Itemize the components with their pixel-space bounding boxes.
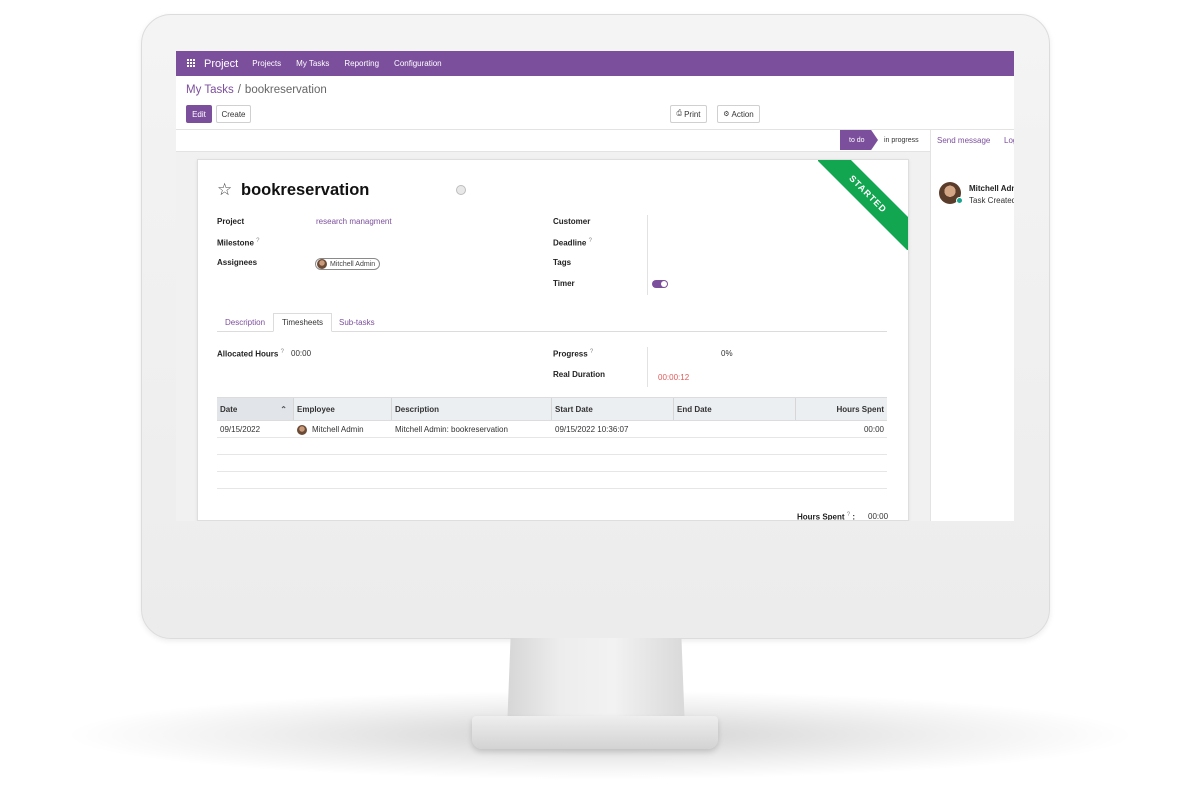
real-duration-value: 00:00:12 <box>658 373 690 382</box>
chatter-panel: Send message Log note Mitchell Admin Tas… <box>930 130 1014 521</box>
notebook-tabs: Description Timesheets Sub-tasks <box>217 313 887 332</box>
status-bar: to do in progress <box>176 130 930 152</box>
progress-label: Progress ? <box>553 349 594 359</box>
app-menu-grid-icon[interactable] <box>187 59 196 68</box>
sort-asc-icon: ⌃ <box>280 404 287 414</box>
task-title[interactable]: bookreservation <box>241 181 369 200</box>
online-status-icon <box>956 197 963 204</box>
gear-icon: ⚙ <box>723 111 730 118</box>
app-screen: Project Projects My Tasks Reporting Conf… <box>176 51 1014 521</box>
tab-sub-tasks[interactable]: Sub-tasks <box>331 313 383 332</box>
customer-label: Customer <box>553 217 591 226</box>
timer-label: Timer <box>553 279 575 288</box>
allocated-hours-value[interactable]: 00:00 <box>291 349 311 358</box>
nav-projects[interactable]: Projects <box>252 59 281 68</box>
monitor-base <box>472 716 718 749</box>
kanban-state-indicator[interactable] <box>456 185 466 195</box>
column-end-date[interactable]: End Date <box>674 398 796 420</box>
tab-description[interactable]: Description <box>217 313 273 332</box>
avatar <box>317 259 327 269</box>
allocated-hours-label: Allocated Hours ? <box>217 349 284 359</box>
print-label: Print <box>684 109 701 119</box>
column-description[interactable]: Description <box>392 398 552 420</box>
star-icon[interactable]: ☆ <box>217 180 232 200</box>
assignee-name: Mitchell Admin <box>330 260 376 268</box>
avatar <box>297 424 307 435</box>
table-header: Date ⌃ Employee Description Start Date E… <box>217 397 887 421</box>
ribbon-label: STARTED <box>818 160 908 250</box>
column-hours-spent[interactable]: Hours Spent <box>796 398 887 420</box>
deadline-label: Deadline ? <box>553 238 592 248</box>
empty-row <box>217 472 887 489</box>
action-button[interactable]: ⚙ Action <box>717 105 760 123</box>
top-navbar: Project Projects My Tasks Reporting Conf… <box>176 51 1014 76</box>
edit-button[interactable]: Edit <box>186 105 212 123</box>
empty-row <box>217 438 887 455</box>
tags-label: Tags <box>553 258 572 267</box>
column-employee[interactable]: Employee <box>294 398 392 420</box>
timer-toggle[interactable] <box>652 280 668 288</box>
progress-value: 0% <box>721 349 733 358</box>
assignee-tag[interactable]: Mitchell Admin <box>315 258 381 270</box>
breadcrumb-separator: / <box>237 84 241 96</box>
real-duration-label: Real Duration <box>553 370 606 379</box>
empty-row <box>217 455 887 472</box>
create-button[interactable]: Create <box>216 105 251 123</box>
row-start-date: 09/15/2022 10:36:07 <box>555 425 629 434</box>
app-name[interactable]: Project <box>204 58 238 70</box>
row-date: 09/15/2022 <box>220 425 261 434</box>
total-hours-value: 00:00 <box>868 512 889 521</box>
nav-configuration[interactable]: Configuration <box>394 59 442 68</box>
breadcrumb-current: bookreservation <box>244 84 327 96</box>
project-label: Project <box>217 217 245 226</box>
print-icon: ⎙ <box>676 110 683 117</box>
row-end-date <box>674 421 677 438</box>
total-hours-label: Hours Spent ? : <box>797 512 856 521</box>
breadcrumb: My Tasks / bookreservation <box>186 84 327 96</box>
assignees-label: Assignees <box>217 258 258 267</box>
log-note-button[interactable]: Log note <box>1004 136 1014 145</box>
nav-reporting[interactable]: Reporting <box>344 59 379 68</box>
task-form-sheet: STARTED ☆ bookreservation Project resear… <box>197 159 909 521</box>
action-label: Action <box>731 109 754 119</box>
print-button[interactable]: ⎙ Print <box>670 105 707 123</box>
milestone-label: Milestone ? <box>217 238 260 248</box>
breadcrumb-my-tasks[interactable]: My Tasks <box>186 84 234 96</box>
row-hours-spent: 00:00 <box>863 425 884 434</box>
project-value[interactable]: research managment <box>316 217 392 226</box>
timesheet-table: Date ⌃ Employee Description Start Date E… <box>217 397 887 489</box>
field-column-divider <box>647 215 648 295</box>
nav-my-tasks[interactable]: My Tasks <box>296 59 329 68</box>
stage-to-do[interactable]: to do <box>840 130 878 150</box>
message-text: Task Created <box>969 196 1014 205</box>
column-date[interactable]: Date ⌃ <box>217 398 294 420</box>
tab-timesheets[interactable]: Timesheets <box>273 313 333 332</box>
message-author[interactable]: Mitchell Admin <box>969 184 1014 193</box>
stage-in-progress[interactable]: in progress <box>884 130 919 150</box>
row-description: Mitchell Admin: bookreservation <box>395 425 508 434</box>
row-employee: Mitchell Admin <box>294 421 364 438</box>
table-row[interactable]: 09/15/2022 Mitchell Admin Mitchell Admin… <box>217 421 887 438</box>
duration-column-divider <box>647 347 648 387</box>
send-message-button[interactable]: Send message <box>937 136 990 145</box>
column-start-date[interactable]: Start Date <box>552 398 674 420</box>
status-ribbon: STARTED <box>818 160 908 250</box>
